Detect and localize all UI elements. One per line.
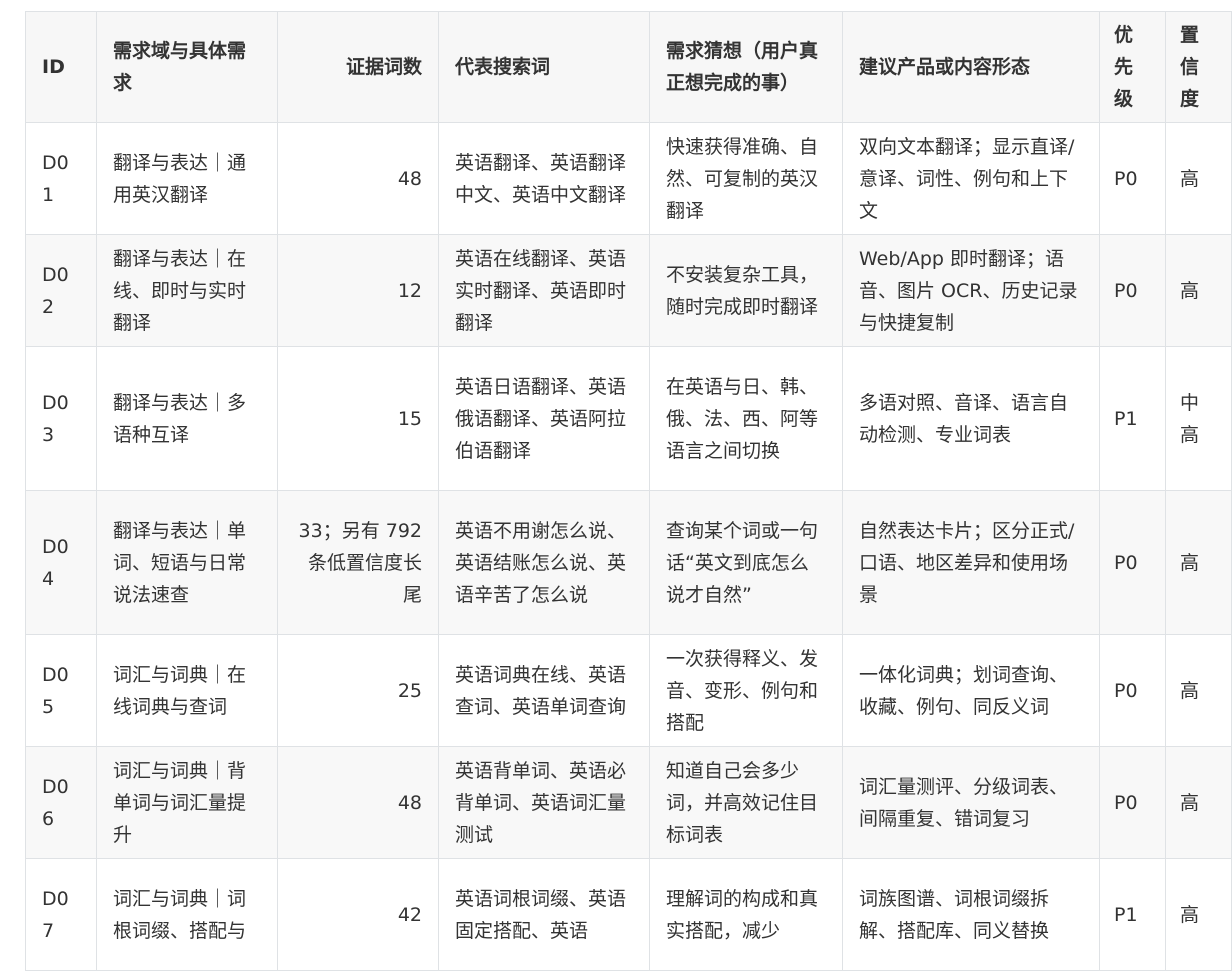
cell-priority: P1 (1099, 346, 1166, 491)
cell-evidence: 15 (277, 346, 439, 491)
cell-id: D04 (25, 490, 97, 635)
cell-guess: 不安装复杂工具，随时完成即时翻译 (649, 234, 843, 347)
cell-evidence: 42 (277, 858, 439, 971)
cell-evidence: 12 (277, 234, 439, 347)
table-row: D02 翻译与表达｜在线、即时与实时翻译 12 英语在线翻译、英语实时翻译、英语… (25, 234, 1232, 347)
cell-priority: P1 (1099, 858, 1166, 971)
cell-id: D03 (25, 346, 97, 491)
cell-product: 词族图谱、词根词缀拆解、搭配库、同义替换 (842, 858, 1100, 971)
cell-evidence: 48 (277, 746, 439, 859)
cell-guess: 知道自己会多少词，并高效记住目标词表 (649, 746, 843, 859)
cell-confidence: 高 (1165, 746, 1232, 859)
cell-domain: 翻译与表达｜多语种互译 (96, 346, 278, 491)
cell-confidence: 高 (1165, 234, 1232, 347)
header-priority: 优先级 (1099, 11, 1166, 123)
cell-evidence: 48 (277, 122, 439, 235)
cell-confidence: 中高 (1165, 346, 1232, 491)
cell-domain: 词汇与词典｜词根词缀、搭配与 (96, 858, 278, 971)
cell-priority: P0 (1099, 746, 1166, 859)
header-confidence: 置信度 (1165, 11, 1232, 123)
cell-keywords: 英语翻译、英语翻译中文、英语中文翻译 (438, 122, 650, 235)
table-header: ID 需求域与具体需求 证据词数 代表搜索词 需求猜想（用户真正想完成的事） 建… (25, 11, 1232, 123)
cell-confidence: 高 (1165, 490, 1232, 635)
cell-id: D05 (25, 634, 97, 747)
cell-product: 词汇量测评、分级词表、间隔重复、错词复习 (842, 746, 1100, 859)
cell-keywords: 英语词根词缀、英语固定搭配、英语 (438, 858, 650, 971)
requirements-table: ID 需求域与具体需求 证据词数 代表搜索词 需求猜想（用户真正想完成的事） 建… (25, 11, 1232, 971)
header-keywords: 代表搜索词 (438, 11, 650, 123)
cell-confidence: 高 (1165, 634, 1232, 747)
cell-keywords: 英语在线翻译、英语实时翻译、英语即时翻译 (438, 234, 650, 347)
header-guess: 需求猜想（用户真正想完成的事） (649, 11, 843, 123)
cell-id: D07 (25, 858, 97, 971)
cell-keywords: 英语日语翻译、英语俄语翻译、英语阿拉伯语翻译 (438, 346, 650, 491)
cell-product: 双向文本翻译；显示直译/意译、词性、例句和上下文 (842, 122, 1100, 235)
cell-product: 多语对照、音译、语言自动检测、专业词表 (842, 346, 1100, 491)
cell-guess: 查询某个词或一句话“英文到底怎么说才自然” (649, 490, 843, 635)
cell-id: D01 (25, 122, 97, 235)
cell-product: 自然表达卡片；区分正式/口语、地区差异和使用场景 (842, 490, 1100, 635)
header-row: ID 需求域与具体需求 证据词数 代表搜索词 需求猜想（用户真正想完成的事） 建… (25, 11, 1232, 123)
header-product: 建议产品或内容形态 (842, 11, 1100, 123)
requirements-table-container: ID 需求域与具体需求 证据词数 代表搜索词 需求猜想（用户真正想完成的事） 建… (25, 11, 1232, 971)
table-row: D03 翻译与表达｜多语种互译 15 英语日语翻译、英语俄语翻译、英语阿拉伯语翻… (25, 346, 1232, 491)
cell-evidence: 25 (277, 634, 439, 747)
table-row: D04 翻译与表达｜单词、短语与日常说法速查 33；另有 792 条低置信度长尾… (25, 490, 1232, 635)
cell-id: D02 (25, 234, 97, 347)
cell-keywords: 英语词典在线、英语查词、英语单词查询 (438, 634, 650, 747)
cell-guess: 在英语与日、韩、俄、法、西、阿等语言之间切换 (649, 346, 843, 491)
cell-domain: 翻译与表达｜单词、短语与日常说法速查 (96, 490, 278, 635)
table-row: D06 词汇与词典｜背单词与词汇量提升 48 英语背单词、英语必背单词、英语词汇… (25, 746, 1232, 859)
cell-confidence: 高 (1165, 858, 1232, 971)
cell-domain: 翻译与表达｜在线、即时与实时翻译 (96, 234, 278, 347)
cell-guess: 一次获得释义、发音、变形、例句和搭配 (649, 634, 843, 747)
cell-keywords: 英语不用谢怎么说、英语结账怎么说、英语辛苦了怎么说 (438, 490, 650, 635)
cell-product: Web/App 即时翻译；语音、图片 OCR、历史记录与快捷复制 (842, 234, 1100, 347)
cell-domain: 翻译与表达｜通用英汉翻译 (96, 122, 278, 235)
header-id: ID (25, 11, 97, 123)
table-row: D01 翻译与表达｜通用英汉翻译 48 英语翻译、英语翻译中文、英语中文翻译 快… (25, 122, 1232, 235)
cell-priority: P0 (1099, 490, 1166, 635)
table-row: D07 词汇与词典｜词根词缀、搭配与 42 英语词根词缀、英语固定搭配、英语 理… (25, 858, 1232, 971)
cell-priority: P0 (1099, 234, 1166, 347)
cell-guess: 理解词的构成和真实搭配，减少 (649, 858, 843, 971)
table-body: D01 翻译与表达｜通用英汉翻译 48 英语翻译、英语翻译中文、英语中文翻译 快… (25, 122, 1232, 971)
table-row: D05 词汇与词典｜在线词典与查词 25 英语词典在线、英语查词、英语单词查询 … (25, 634, 1232, 747)
cell-confidence: 高 (1165, 122, 1232, 235)
cell-product: 一体化词典；划词查询、收藏、例句、同反义词 (842, 634, 1100, 747)
cell-priority: P0 (1099, 634, 1166, 747)
cell-id: D06 (25, 746, 97, 859)
cell-guess: 快速获得准确、自然、可复制的英汉翻译 (649, 122, 843, 235)
cell-domain: 词汇与词典｜背单词与词汇量提升 (96, 746, 278, 859)
cell-keywords: 英语背单词、英语必背单词、英语词汇量测试 (438, 746, 650, 859)
header-domain: 需求域与具体需求 (96, 11, 278, 123)
cell-evidence: 33；另有 792 条低置信度长尾 (277, 490, 439, 635)
cell-priority: P0 (1099, 122, 1166, 235)
header-evidence: 证据词数 (277, 11, 439, 123)
cell-domain: 词汇与词典｜在线词典与查词 (96, 634, 278, 747)
